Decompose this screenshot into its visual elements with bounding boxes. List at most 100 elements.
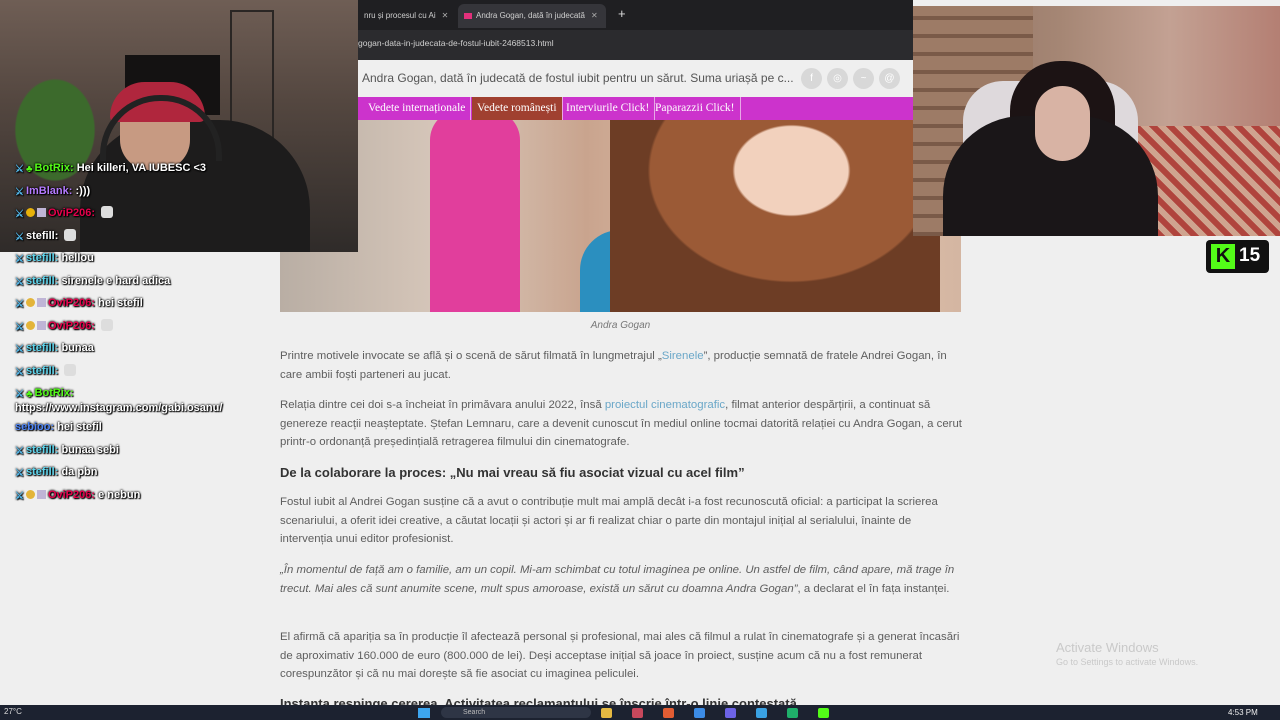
webcam-guest (913, 6, 1280, 236)
chat-separator: : (91, 207, 99, 219)
subscriber-badge-icon (36, 320, 46, 330)
chat-message: ⚔ stefill: sirenele e hard adica (15, 270, 277, 293)
chat-separator: : (54, 364, 62, 377)
taskbar: 27°C Search 4:53 PM (0, 705, 1280, 720)
gift-badge-icon (25, 298, 35, 307)
moderator-badge-icon: ⚔ (15, 344, 24, 355)
chat-message: ⚔ OviP206: e nebun (15, 484, 277, 507)
tab-active[interactable]: Andra Gogan, dată în judecată ✕ (458, 4, 606, 28)
chat-message: ⚔ stefill: (15, 360, 277, 383)
kick-viewer-badge: K 15 (1206, 240, 1269, 273)
tab-previous[interactable]: nru și procesul cu Ai ✕ (358, 4, 452, 28)
chat-username[interactable]: stefill (26, 230, 55, 242)
p2-text: Relația dintre cei doi s-a încheiat în p… (280, 399, 605, 411)
taskbar-search[interactable]: Search (441, 707, 591, 718)
messenger-icon[interactable]: ~ (853, 68, 874, 89)
favicon-icon (464, 12, 472, 19)
chat-separator: : (68, 184, 76, 197)
moderator-badge-icon: ⚔ (15, 490, 24, 502)
chat-username[interactable]: stefill (26, 252, 55, 264)
chat-message: ⚔ ♣ BotRix: Hei killeri, VA IUBESC <3 (15, 157, 277, 180)
article-hero-image (280, 110, 961, 312)
chat-text: https://www.instagram.com/gabi.osanu/ (15, 402, 223, 414)
emote-icon (101, 206, 114, 218)
article-paragraph-4: „În momentul de față am o familie, am un… (280, 561, 962, 598)
chat-username[interactable]: OviP206 (48, 489, 91, 501)
subscriber-badge-icon (36, 208, 46, 217)
article-paragraph-3: Fostul iubit al Andrei Gogan susține că … (280, 496, 938, 545)
close-icon[interactable]: ✕ (442, 11, 449, 20)
close-icon[interactable]: ✕ (591, 11, 598, 20)
nav-paparazzii-click[interactable]: Paparazzii Click! (650, 97, 741, 120)
gift-badge-icon (25, 320, 35, 330)
discord-icon[interactable] (725, 708, 736, 718)
chat-overlay: ⚔ ♣ BotRix: Hei killeri, VA IUBESC <3 ⚔ ImBl… (15, 157, 277, 506)
watermark-title: Activate Windows (1056, 640, 1159, 655)
chrome-icon[interactable] (694, 708, 705, 718)
proiect-link[interactable]: proiectul cinematografic (605, 399, 725, 411)
kick-app-icon[interactable] (818, 708, 829, 718)
chat-username[interactable]: sebioo (15, 421, 50, 433)
chat-username[interactable]: BotRix (35, 162, 70, 174)
chat-username[interactable]: OviP206 (48, 207, 91, 219)
moderator-badge-icon: ⚔ (15, 276, 24, 288)
file-explorer-icon[interactable] (601, 708, 612, 718)
moderator-badge-icon: ⚔ (15, 164, 24, 175)
chat-message: ⚔ OviP206: (15, 315, 277, 338)
app-icon[interactable] (632, 708, 643, 718)
chat-username[interactable]: OviP206 (48, 297, 91, 309)
chat-username[interactable]: BotRix (35, 387, 70, 399)
chat-message: ⚔ stefill: da pbn (15, 461, 277, 484)
moderator-badge-icon: ⚔ (15, 366, 24, 378)
moderator-badge-icon: ⚔ (15, 299, 24, 310)
warning-badge-icon (25, 208, 35, 217)
chat-message: ⚔ stefill: bunaa sebi (15, 439, 277, 462)
address-bar[interactable]: gogan-data-in-judecata-de-fostul-iubit-2… (358, 32, 913, 56)
facebook-icon[interactable]: f (801, 68, 822, 89)
chat-message: ⚔ stefill: bunaa (15, 337, 277, 360)
app-icon-2[interactable] (787, 708, 798, 718)
firefox-icon[interactable] (663, 708, 674, 718)
chat-username[interactable]: stefill (26, 444, 55, 456)
weather-widget[interactable]: 27°C (4, 707, 22, 716)
p4-text-after: , a declarat el în fața instanței. (797, 582, 950, 595)
subscriber-badge-icon (36, 489, 46, 499)
chat-text: da pbn (61, 466, 98, 478)
kick-logo-icon: K (1211, 244, 1235, 269)
chat-message: ⚔ stefill: (15, 225, 277, 248)
bot-badge-icon: ♣ (25, 164, 33, 175)
chat-username[interactable]: stefill (26, 342, 55, 354)
tab-label: nru și procesul cu Ai (364, 11, 436, 20)
new-tab-icon[interactable]: + (618, 6, 626, 21)
site-nav: Vedete internaționale Vedete românești I… (358, 97, 913, 120)
telegram-icon[interactable] (756, 708, 767, 718)
chat-text: :))) (75, 184, 91, 197)
browser-window: nru și procesul cu Ai ✕ Andra Gogan, dată… (358, 0, 913, 120)
nav-vedete-romanesti[interactable]: Vedete românești (472, 97, 563, 120)
chat-text: hei stefil (98, 297, 143, 309)
article-paragraph-2: Relația dintre cei doi s-a încheiat în p… (280, 396, 962, 452)
sirenele-link[interactable]: Sirenele (662, 350, 704, 362)
windows-start-icon[interactable] (418, 708, 430, 718)
chat-username[interactable]: stefill (26, 275, 55, 287)
nav-vedete-internationale[interactable]: Vedete internaționale (363, 97, 472, 120)
tab-label: Andra Gogan, dată în judecată (476, 11, 585, 20)
chat-text: bunaa sebi (61, 443, 119, 456)
gift-badge-icon (25, 489, 35, 499)
nav-interviurile-click[interactable]: Interviurile Click! (561, 97, 656, 120)
p1-text: Printre motivele invocate se află și o s… (280, 350, 662, 362)
chat-username[interactable]: stefill (26, 466, 55, 478)
url-text[interactable]: gogan-data-in-judecata-de-fostul-iubit-2… (358, 38, 554, 48)
viewer-count: 15 (1239, 245, 1261, 266)
clock[interactable]: 4:53 PM (1228, 708, 1258, 717)
chat-username[interactable]: OviP206 (48, 320, 91, 332)
chat-username[interactable]: ImBlank (26, 185, 69, 197)
email-icon[interactable]: @ (879, 68, 900, 89)
moderator-badge-icon: ⚔ (15, 254, 24, 265)
portrait-figure (610, 110, 940, 312)
moderator-badge-icon: ⚔ (15, 186, 24, 198)
whatsapp-icon[interactable]: ◎ (827, 68, 848, 89)
chat-username[interactable]: stefill (26, 365, 55, 377)
subscriber-badge-icon (36, 298, 46, 307)
chat-text: sirenele e hard adica (61, 274, 171, 287)
